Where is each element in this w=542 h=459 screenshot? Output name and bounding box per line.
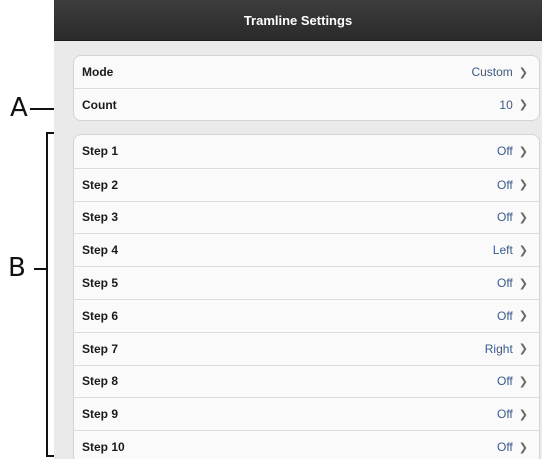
- step-value: Off: [496, 144, 513, 159]
- mode-label: Mode: [82, 65, 114, 79]
- step-label: Step 7: [82, 341, 119, 356]
- callout-label-a: A: [10, 93, 28, 123]
- step-row[interactable]: Step 8 Off ❯: [74, 364, 539, 398]
- chevron-right-icon: ❯: [518, 441, 528, 454]
- step-value: Off: [496, 210, 513, 225]
- count-row[interactable]: Count 10 ❯: [74, 88, 539, 120]
- chevron-right-icon: ❯: [518, 179, 528, 192]
- step-value: Off: [496, 407, 513, 422]
- step-label: Step 2: [82, 177, 119, 192]
- step-value: Off: [496, 374, 513, 389]
- chevron-right-icon: ❯: [518, 310, 528, 323]
- step-value: Right: [484, 341, 513, 356]
- step-value: Off: [496, 308, 513, 323]
- step-label: Step 3: [82, 210, 119, 225]
- step-label: Step 9: [82, 407, 119, 422]
- step-row[interactable]: Step 1 Off ❯: [74, 135, 539, 168]
- count-label: Count: [82, 97, 117, 112]
- step-label: Step 8: [82, 374, 119, 389]
- step-label: Step 5: [82, 276, 119, 291]
- chevron-right-icon: ❯: [518, 66, 528, 79]
- step-row[interactable]: Step 2 Off ❯: [74, 167, 539, 201]
- step-row[interactable]: Step 9 Off ❯: [74, 397, 539, 430]
- step-label: Step 1: [82, 144, 119, 159]
- chevron-right-icon: ❯: [518, 211, 528, 224]
- step-value: Off: [496, 276, 513, 291]
- step-value: Left: [492, 243, 513, 258]
- chevron-right-icon: ❯: [518, 375, 528, 388]
- chevron-right-icon: ❯: [518, 244, 528, 257]
- step-row[interactable]: Step 3 Off ❯: [74, 200, 539, 234]
- step-label: Step 4: [82, 243, 119, 258]
- chevron-right-icon: ❯: [518, 343, 528, 356]
- title-bar: Tramline Settings: [54, 0, 542, 41]
- step-row[interactable]: Step 4 Left ❯: [74, 233, 539, 266]
- step-row[interactable]: Step 7 Right ❯: [74, 331, 539, 365]
- mode-value: Custom: [471, 65, 513, 79]
- step-row[interactable]: Step 10 Off ❯: [74, 430, 539, 459]
- chevron-right-icon: ❯: [518, 99, 528, 111]
- page-title: Tramline Settings: [243, 12, 353, 28]
- step-label: Step 10: [82, 440, 125, 455]
- mode-row[interactable]: Mode Custom ❯: [74, 56, 539, 88]
- callout-label-b: B: [8, 253, 26, 283]
- steps-group: Step 1 Off ❯ Step 2 Off ❯ Step 3 Off ❯ Step…: [73, 134, 540, 459]
- count-value: 10: [499, 97, 513, 112]
- callout-b-tick: [34, 268, 46, 270]
- chevron-right-icon: ❯: [518, 145, 528, 158]
- chevron-right-icon: ❯: [518, 277, 528, 290]
- step-row[interactable]: Step 6 Off ❯: [74, 298, 539, 332]
- step-label: Step 6: [82, 308, 119, 323]
- step-row[interactable]: Step 5 Off ❯: [74, 266, 539, 299]
- chevron-right-icon: ❯: [518, 408, 528, 421]
- step-value: Off: [496, 440, 513, 455]
- settings-panel: Tramline Settings Mode Custom ❯ Count 10…: [54, 0, 542, 459]
- general-settings-group: Mode Custom ❯ Count 10 ❯: [73, 55, 540, 121]
- callout-b-bracket-vertical: [46, 132, 48, 457]
- step-value: Off: [496, 177, 513, 192]
